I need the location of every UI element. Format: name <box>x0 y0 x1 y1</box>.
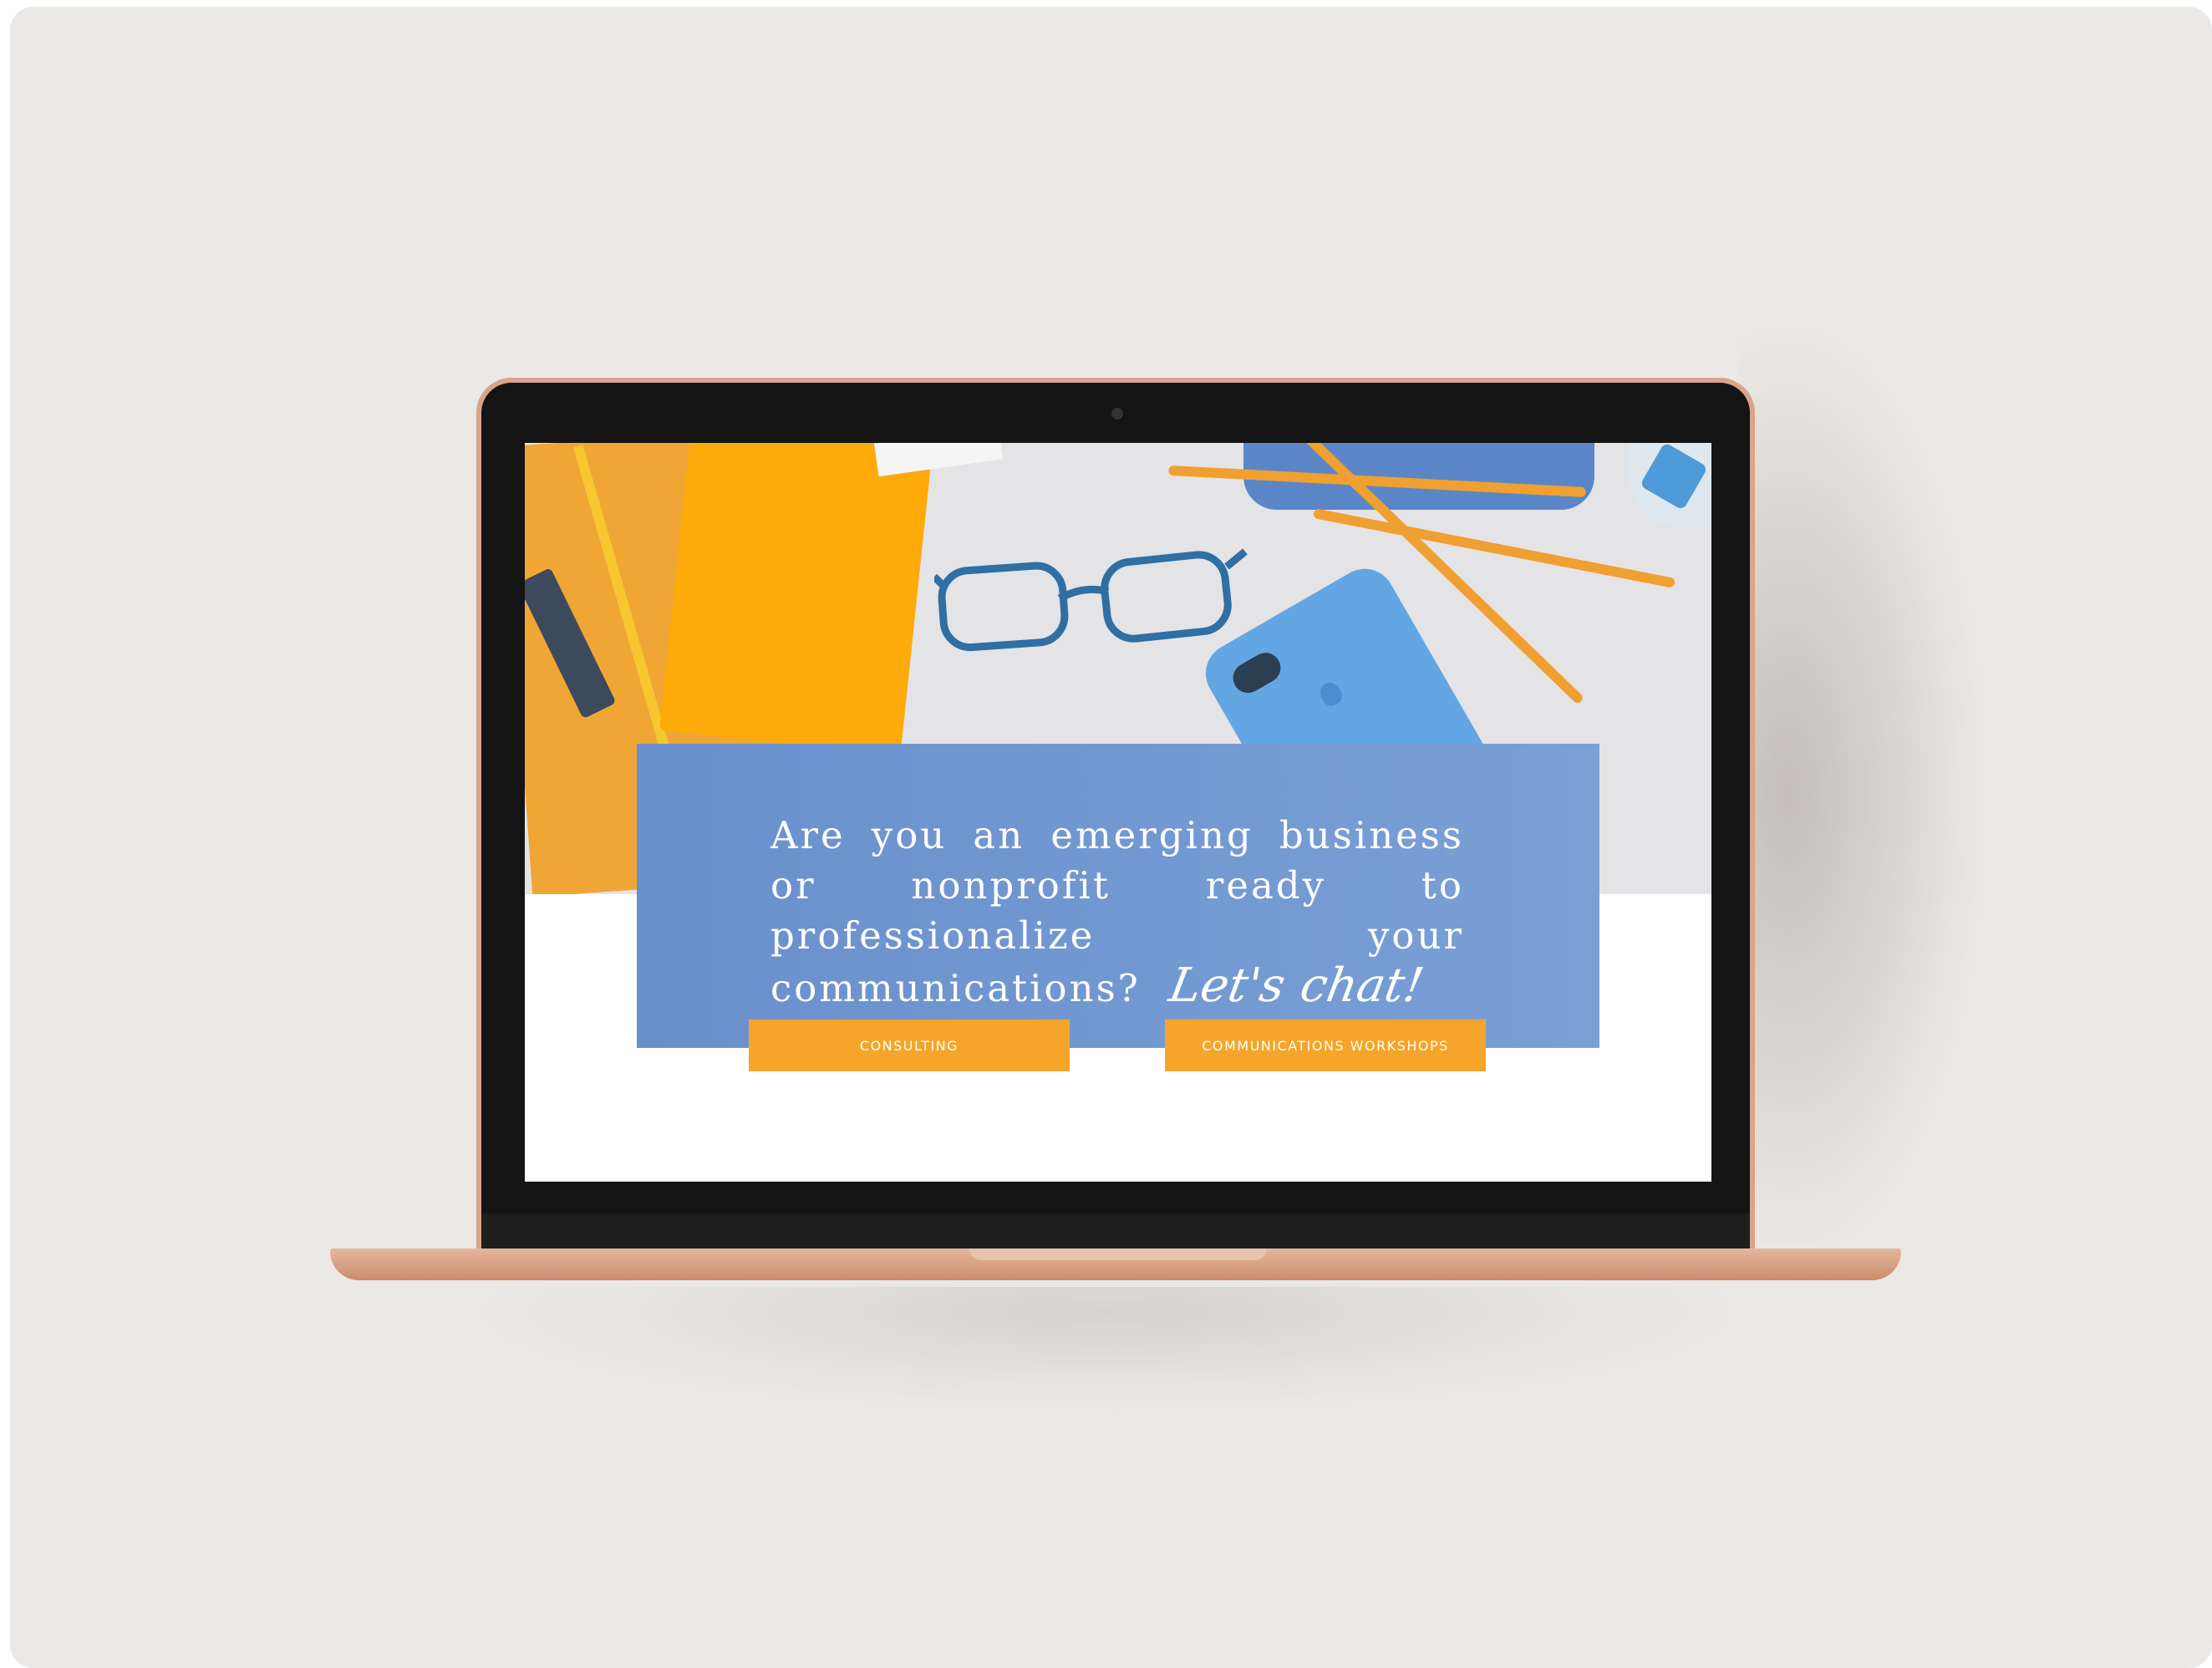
hero-script-text: Let's chat! <box>1165 959 1428 1013</box>
communications-workshops-button[interactable]: COMMUNICATIONS WORKSHOPS <box>1165 1020 1486 1071</box>
laptop-bezel-bottom <box>481 1213 1750 1252</box>
apple-logo-icon <box>1316 679 1345 709</box>
bag-tag <box>525 567 617 720</box>
camera-icon <box>1111 408 1123 420</box>
laptop-notch <box>969 1248 1267 1260</box>
hero-headline: Are you an emerging business or nonprofi… <box>770 811 1464 1014</box>
laptop-shadow <box>1738 318 1989 1270</box>
laptop-base-shadow <box>468 1287 1747 1412</box>
consulting-button[interactable]: CONSULTING <box>749 1020 1070 1071</box>
glasses-icon <box>934 548 1248 652</box>
keyboard-edge <box>873 443 1004 477</box>
yellow-notebook <box>659 443 934 756</box>
website-screen: Are you an emerging business or nonprofi… <box>525 443 1711 1182</box>
